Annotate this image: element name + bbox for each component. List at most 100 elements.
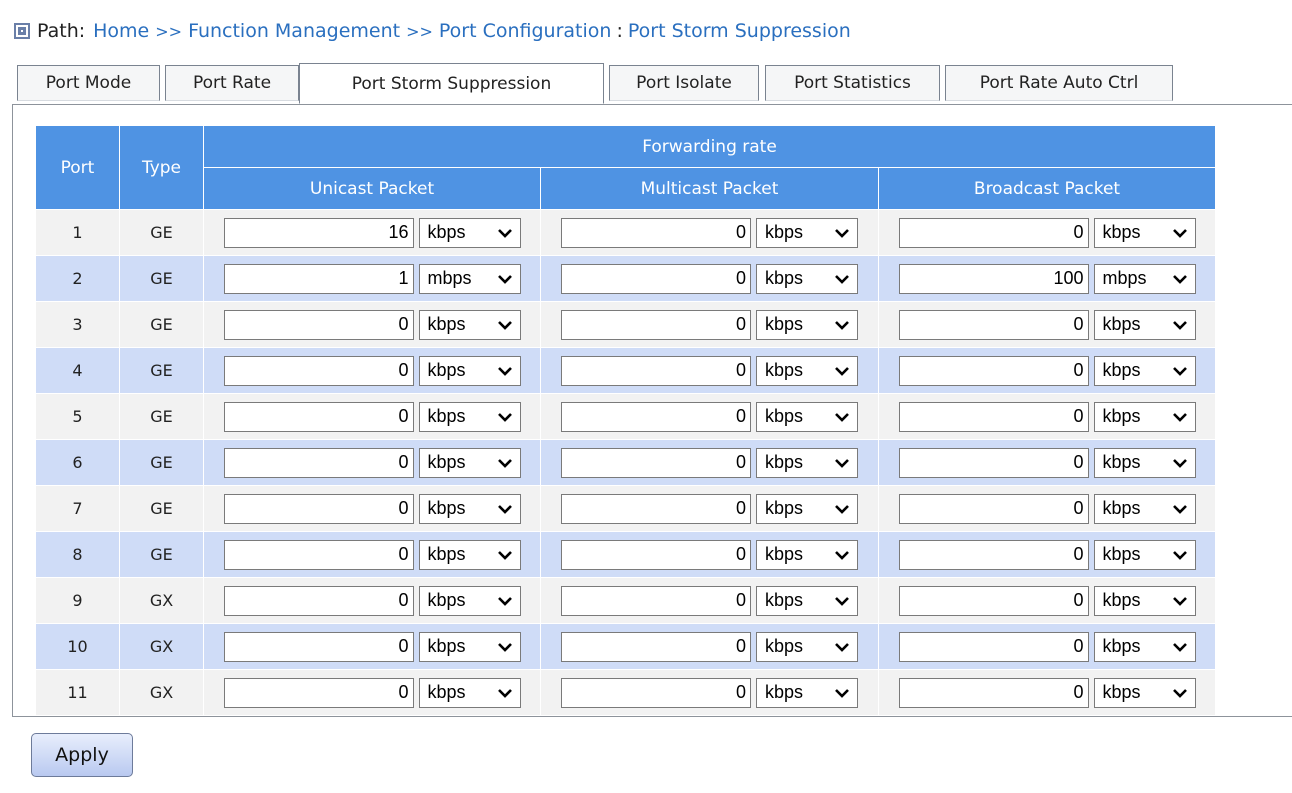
chevron-down-icon bbox=[496, 502, 514, 516]
tab-port-isolate[interactable]: Port Isolate bbox=[609, 65, 759, 101]
tab-port-statistics[interactable]: Port Statistics bbox=[765, 65, 940, 101]
broadcast-unit-select[interactable]: mbps bbox=[1093, 263, 1196, 294]
unicast-rate-input[interactable] bbox=[223, 355, 414, 386]
broadcast-rate-input[interactable] bbox=[898, 217, 1089, 248]
breadcrumb-home[interactable]: Home bbox=[93, 20, 149, 42]
multicast-rate-input[interactable] bbox=[561, 631, 751, 662]
multicast-rate-input[interactable] bbox=[561, 677, 751, 708]
broadcast-rate-input[interactable] bbox=[898, 355, 1089, 386]
broadcast-unit-select[interactable]: kbps bbox=[1093, 585, 1196, 616]
breadcrumb-port-configuration[interactable]: Port Configuration bbox=[439, 20, 612, 42]
multicast-unit-select[interactable]: kbps bbox=[756, 677, 858, 708]
unicast-unit-select[interactable]: kbps bbox=[418, 309, 521, 340]
breadcrumb-function-management[interactable]: Function Management bbox=[188, 20, 400, 42]
unit-value: kbps bbox=[427, 314, 466, 334]
broadcast-rate-input[interactable] bbox=[898, 539, 1089, 570]
broadcast-cell: kbps bbox=[877, 623, 1217, 670]
unit-value: kbps bbox=[765, 682, 804, 702]
header-multicast: Multicast Packet bbox=[540, 167, 879, 210]
type-cell: GE bbox=[119, 393, 204, 440]
unit-value: kbps bbox=[1102, 636, 1141, 656]
broadcast-unit-select[interactable]: kbps bbox=[1093, 677, 1196, 708]
unicast-unit-select[interactable]: kbps bbox=[418, 401, 521, 432]
multicast-rate-input[interactable] bbox=[561, 309, 751, 340]
multicast-rate-input[interactable] bbox=[561, 217, 751, 248]
broadcast-rate-input[interactable] bbox=[898, 263, 1089, 294]
multicast-rate-input[interactable] bbox=[561, 539, 751, 570]
multicast-rate-input[interactable] bbox=[561, 447, 751, 478]
unit-value: kbps bbox=[1102, 452, 1141, 472]
port-cell: 6 bbox=[35, 439, 120, 486]
unicast-rate-input[interactable] bbox=[223, 631, 414, 662]
unicast-rate-input[interactable] bbox=[223, 539, 414, 570]
multicast-rate-input[interactable] bbox=[561, 493, 751, 524]
broadcast-unit-select[interactable]: kbps bbox=[1093, 401, 1196, 432]
unicast-rate-input[interactable] bbox=[223, 585, 414, 616]
broadcast-rate-input[interactable] bbox=[898, 631, 1089, 662]
broadcast-rate-input[interactable] bbox=[898, 401, 1089, 432]
multicast-unit-select[interactable]: kbps bbox=[756, 493, 858, 524]
broadcast-unit-select[interactable]: kbps bbox=[1093, 631, 1196, 662]
chevron-down-icon bbox=[1171, 686, 1189, 700]
broadcast-unit-select[interactable]: kbps bbox=[1093, 217, 1196, 248]
multicast-unit-select[interactable]: kbps bbox=[756, 631, 858, 662]
broadcast-rate-input[interactable] bbox=[898, 309, 1089, 340]
multicast-rate-input[interactable] bbox=[561, 355, 751, 386]
multicast-rate-input[interactable] bbox=[561, 585, 751, 616]
multicast-rate-input[interactable] bbox=[561, 263, 751, 294]
unicast-cell: kbps bbox=[203, 209, 541, 256]
unicast-unit-select[interactable]: kbps bbox=[418, 355, 521, 386]
broadcast-rate-input[interactable] bbox=[898, 447, 1089, 478]
unit-value: kbps bbox=[427, 682, 466, 702]
unicast-rate-input[interactable] bbox=[223, 217, 414, 248]
broadcast-unit-select[interactable]: kbps bbox=[1093, 309, 1196, 340]
unit-value: mbps bbox=[427, 268, 472, 288]
multicast-rate-input[interactable] bbox=[561, 401, 751, 432]
broadcast-unit-select[interactable]: kbps bbox=[1093, 355, 1196, 386]
multicast-unit-select[interactable]: kbps bbox=[756, 447, 858, 478]
unicast-unit-select[interactable]: kbps bbox=[418, 631, 521, 662]
unicast-rate-input[interactable] bbox=[223, 493, 414, 524]
broadcast-rate-input[interactable] bbox=[898, 677, 1089, 708]
unit-value: kbps bbox=[765, 360, 804, 380]
unicast-rate-input[interactable] bbox=[223, 263, 414, 294]
unicast-rate-input[interactable] bbox=[223, 309, 414, 340]
breadcrumb-port-storm-suppression[interactable]: Port Storm Suppression bbox=[628, 20, 851, 42]
unicast-unit-select[interactable]: kbps bbox=[418, 493, 521, 524]
unicast-rate-input[interactable] bbox=[223, 447, 414, 478]
unicast-unit-select[interactable]: kbps bbox=[418, 539, 521, 570]
tab-port-storm-suppression[interactable]: Port Storm Suppression bbox=[299, 63, 604, 104]
unicast-unit-select[interactable]: kbps bbox=[418, 447, 521, 478]
unicast-rate-input[interactable] bbox=[223, 677, 414, 708]
multicast-unit-select[interactable]: kbps bbox=[756, 309, 858, 340]
type-cell: GE bbox=[119, 485, 204, 532]
broadcast-rate-input[interactable] bbox=[898, 493, 1089, 524]
unicast-rate-input[interactable] bbox=[223, 401, 414, 432]
chevron-down-icon bbox=[1171, 456, 1189, 470]
broadcast-rate-input[interactable] bbox=[898, 585, 1089, 616]
chevron-down-icon bbox=[496, 686, 514, 700]
multicast-unit-select[interactable]: kbps bbox=[756, 585, 858, 616]
tab-port-rate[interactable]: Port Rate bbox=[165, 65, 299, 101]
multicast-cell: kbps bbox=[540, 623, 879, 670]
tab-port-mode[interactable]: Port Mode bbox=[17, 65, 160, 101]
chevron-down-icon bbox=[1171, 640, 1189, 654]
unicast-cell: kbps bbox=[203, 439, 541, 486]
tab-port-rate-auto-ctrl[interactable]: Port Rate Auto Ctrl bbox=[945, 65, 1173, 101]
apply-button[interactable]: Apply bbox=[31, 733, 133, 777]
chevron-down-icon bbox=[1171, 226, 1189, 240]
unicast-unit-select[interactable]: kbps bbox=[418, 677, 521, 708]
broadcast-unit-select[interactable]: kbps bbox=[1093, 447, 1196, 478]
multicast-unit-select[interactable]: kbps bbox=[756, 355, 858, 386]
port-cell: 2 bbox=[35, 255, 120, 302]
unicast-unit-select[interactable]: mbps bbox=[418, 263, 521, 294]
multicast-unit-select[interactable]: kbps bbox=[756, 263, 858, 294]
multicast-unit-select[interactable]: kbps bbox=[756, 217, 858, 248]
broadcast-unit-select[interactable]: kbps bbox=[1093, 539, 1196, 570]
broadcast-unit-select[interactable]: kbps bbox=[1093, 493, 1196, 524]
multicast-unit-select[interactable]: kbps bbox=[756, 539, 858, 570]
unicast-unit-select[interactable]: kbps bbox=[418, 217, 521, 248]
unicast-unit-select[interactable]: kbps bbox=[418, 585, 521, 616]
type-cell: GE bbox=[119, 209, 204, 256]
multicast-unit-select[interactable]: kbps bbox=[756, 401, 858, 432]
